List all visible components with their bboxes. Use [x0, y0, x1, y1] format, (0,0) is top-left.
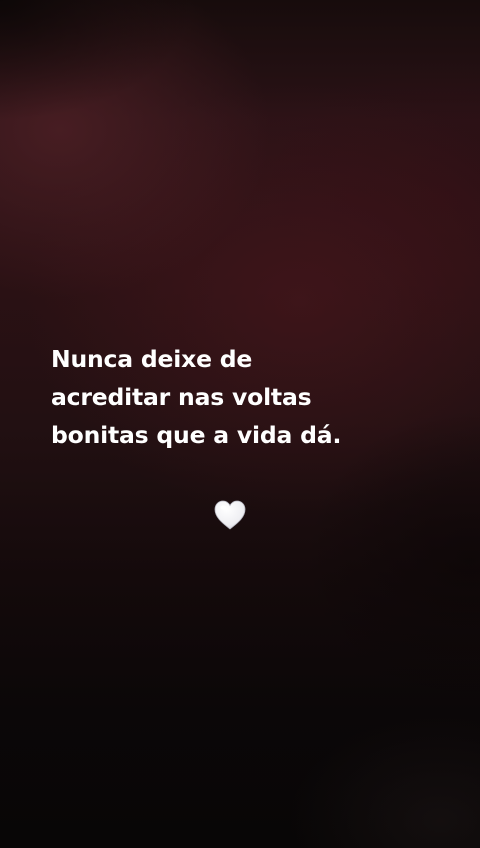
quote-line-1: Nunca deixe de: [51, 345, 253, 373]
quote-line-3: bonitas que a vida dá.: [51, 421, 342, 449]
story-screen: Nunca deixe de acreditar nas voltas boni…: [0, 0, 480, 848]
white-heart-icon: [214, 500, 246, 530]
quote-line-2: acreditar nas voltas: [51, 383, 312, 411]
quote-text: Nunca deixe de acreditar nas voltas boni…: [51, 340, 411, 454]
